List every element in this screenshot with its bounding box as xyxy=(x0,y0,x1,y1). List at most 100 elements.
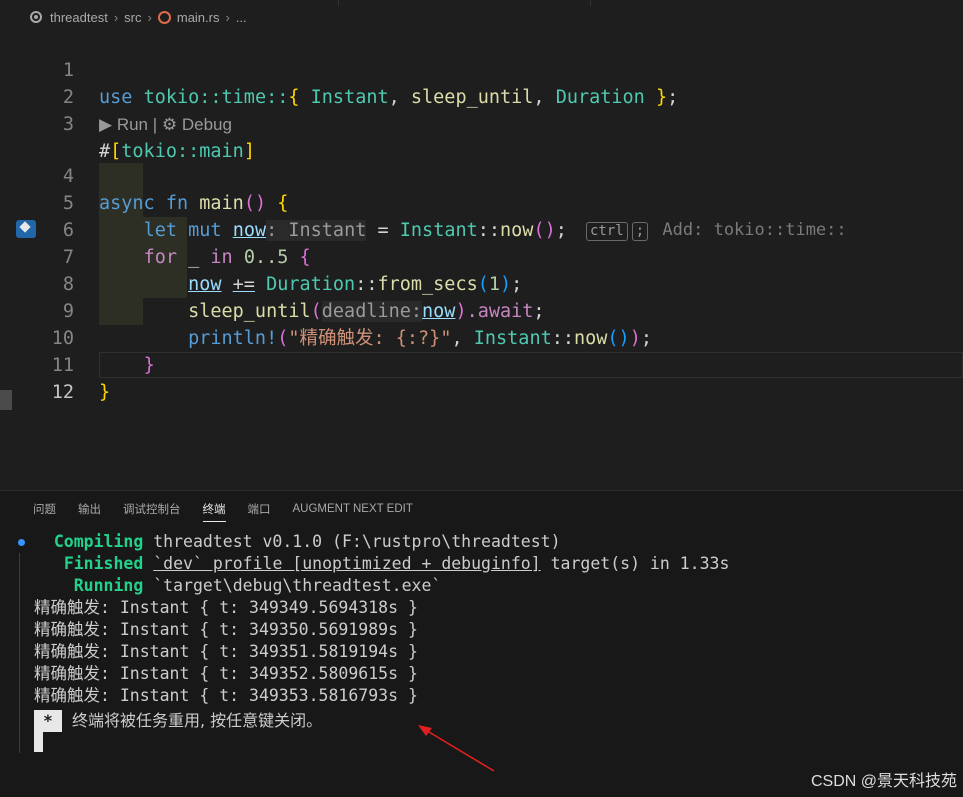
breadcrumb-more[interactable]: ... xyxy=(236,10,247,25)
chevron-right-icon: › xyxy=(113,9,119,25)
code-line: 5 let mut now: Instant = Instant::now(); xyxy=(0,163,567,241)
semicolon-key: ; xyxy=(631,222,649,241)
token: :: xyxy=(551,328,574,349)
token: Instant xyxy=(399,220,478,241)
token: () xyxy=(607,328,630,349)
token: now xyxy=(232,220,267,241)
code-line: 10 } xyxy=(0,298,155,376)
token: ) xyxy=(500,274,512,295)
token: mut xyxy=(188,220,222,241)
inlay-hint: deadline: xyxy=(321,301,423,322)
token: , xyxy=(388,87,400,108)
token: , xyxy=(451,328,463,349)
inline-suggestion[interactable]: ctrl; Add: tokio::time:: xyxy=(586,219,847,241)
token: ; xyxy=(555,220,567,241)
code-line: 12 xyxy=(0,352,74,403)
token: , xyxy=(533,87,545,108)
token: Duration xyxy=(555,87,645,108)
token: = xyxy=(377,220,389,241)
token: println! xyxy=(188,328,278,349)
token: fn xyxy=(165,193,189,214)
codelens-debug[interactable]: Debug xyxy=(182,115,232,134)
breadcrumb-file[interactable]: main.rs xyxy=(177,10,220,25)
play-icon[interactable]: ▶ xyxy=(99,115,112,134)
token: from_secs xyxy=(377,274,478,295)
token: in xyxy=(210,247,233,268)
token: Duration xyxy=(266,274,356,295)
codelens-separator: | xyxy=(152,115,158,134)
token: } xyxy=(655,87,668,108)
breadcrumb-project[interactable]: threadtest xyxy=(50,10,108,25)
token: { xyxy=(277,193,289,214)
token: let xyxy=(143,220,177,241)
token: += xyxy=(232,274,255,295)
inlay-hint: : Instant xyxy=(266,220,367,241)
code-line: 7 now += Duration::from_secs(1); xyxy=(0,217,522,295)
token: _ xyxy=(188,247,200,268)
line-number: 12 xyxy=(51,382,74,403)
rust-file-icon xyxy=(157,10,171,24)
ctrl-key: ctrl xyxy=(586,222,628,241)
token: tokio::time:: xyxy=(143,87,289,108)
token: { xyxy=(299,247,311,268)
token: now xyxy=(422,301,456,322)
token: () xyxy=(243,193,267,214)
bottom-panel: 问题 输出 调试控制台 终端 端口 AUGMENT NEXT EDIT Comp… xyxy=(0,490,963,797)
code-line: 3 #[tokio::main] xyxy=(0,84,255,162)
annotation-arrow xyxy=(418,725,495,772)
token: { xyxy=(288,87,300,108)
codelens-run[interactable]: Run xyxy=(117,115,148,134)
token: ; xyxy=(533,301,545,322)
token: "精确触发: {:?}" xyxy=(288,328,452,349)
token: .await xyxy=(466,301,534,322)
token: now xyxy=(500,220,534,241)
token: ) xyxy=(629,328,641,349)
token: tokio::main xyxy=(121,141,244,162)
token: async xyxy=(99,193,155,214)
token: sleep_until xyxy=(410,87,534,108)
token: ( xyxy=(277,328,289,349)
code-line: 4 async fn main() { xyxy=(0,136,289,214)
current-line-highlight xyxy=(99,352,963,378)
token: sleep_until xyxy=(188,301,311,322)
token: ] xyxy=(243,141,255,162)
token: ; xyxy=(667,87,679,108)
token: 1 xyxy=(488,274,501,295)
chevron-right-icon: › xyxy=(147,9,152,25)
token: [ xyxy=(110,141,122,162)
token: ; xyxy=(640,328,652,349)
token: } xyxy=(143,355,155,376)
suggestion-text: Add: tokio::time:: xyxy=(662,220,847,240)
token: } xyxy=(99,382,111,403)
token: now xyxy=(574,328,608,349)
token: ; xyxy=(511,274,523,295)
token: 0..5 xyxy=(243,247,289,268)
code-line: 8 sleep_until(deadline:now).await; xyxy=(0,244,545,322)
token: now xyxy=(188,274,222,295)
token: Instant xyxy=(473,328,552,349)
token: :: xyxy=(355,274,378,295)
code-line: 6 for _ in 0..5 { xyxy=(0,190,311,268)
token: # xyxy=(99,141,111,162)
breadcrumb-folder[interactable]: src xyxy=(124,10,141,25)
project-icon xyxy=(30,11,42,23)
code-editor[interactable]: 1 use tokio::time::{ Instant, sleep_unti… xyxy=(0,30,963,490)
code-line: 9 println!("精确触发: {:?}", Instant::now())… xyxy=(0,271,652,349)
code-line: 2 xyxy=(0,57,74,108)
line-number: 3 xyxy=(62,114,74,135)
token: () xyxy=(533,220,556,241)
codelens: ▶ Run | ⚙ Debug xyxy=(99,111,232,138)
token: main xyxy=(199,193,244,214)
token: for xyxy=(143,247,177,268)
token: ) xyxy=(455,301,467,322)
token: use xyxy=(99,87,133,108)
token: :: xyxy=(477,220,501,241)
gear-icon[interactable]: ⚙ xyxy=(162,115,177,134)
tab-divider xyxy=(338,0,339,6)
code-line: 1 use tokio::time::{ Instant, sleep_unti… xyxy=(0,30,678,108)
token: Instant xyxy=(310,87,389,108)
chevron-right-icon: › xyxy=(225,9,230,25)
token: ( xyxy=(310,301,322,322)
breadcrumb: threadtest › src › main.rs › ... xyxy=(0,0,963,34)
tab-divider xyxy=(590,0,591,6)
